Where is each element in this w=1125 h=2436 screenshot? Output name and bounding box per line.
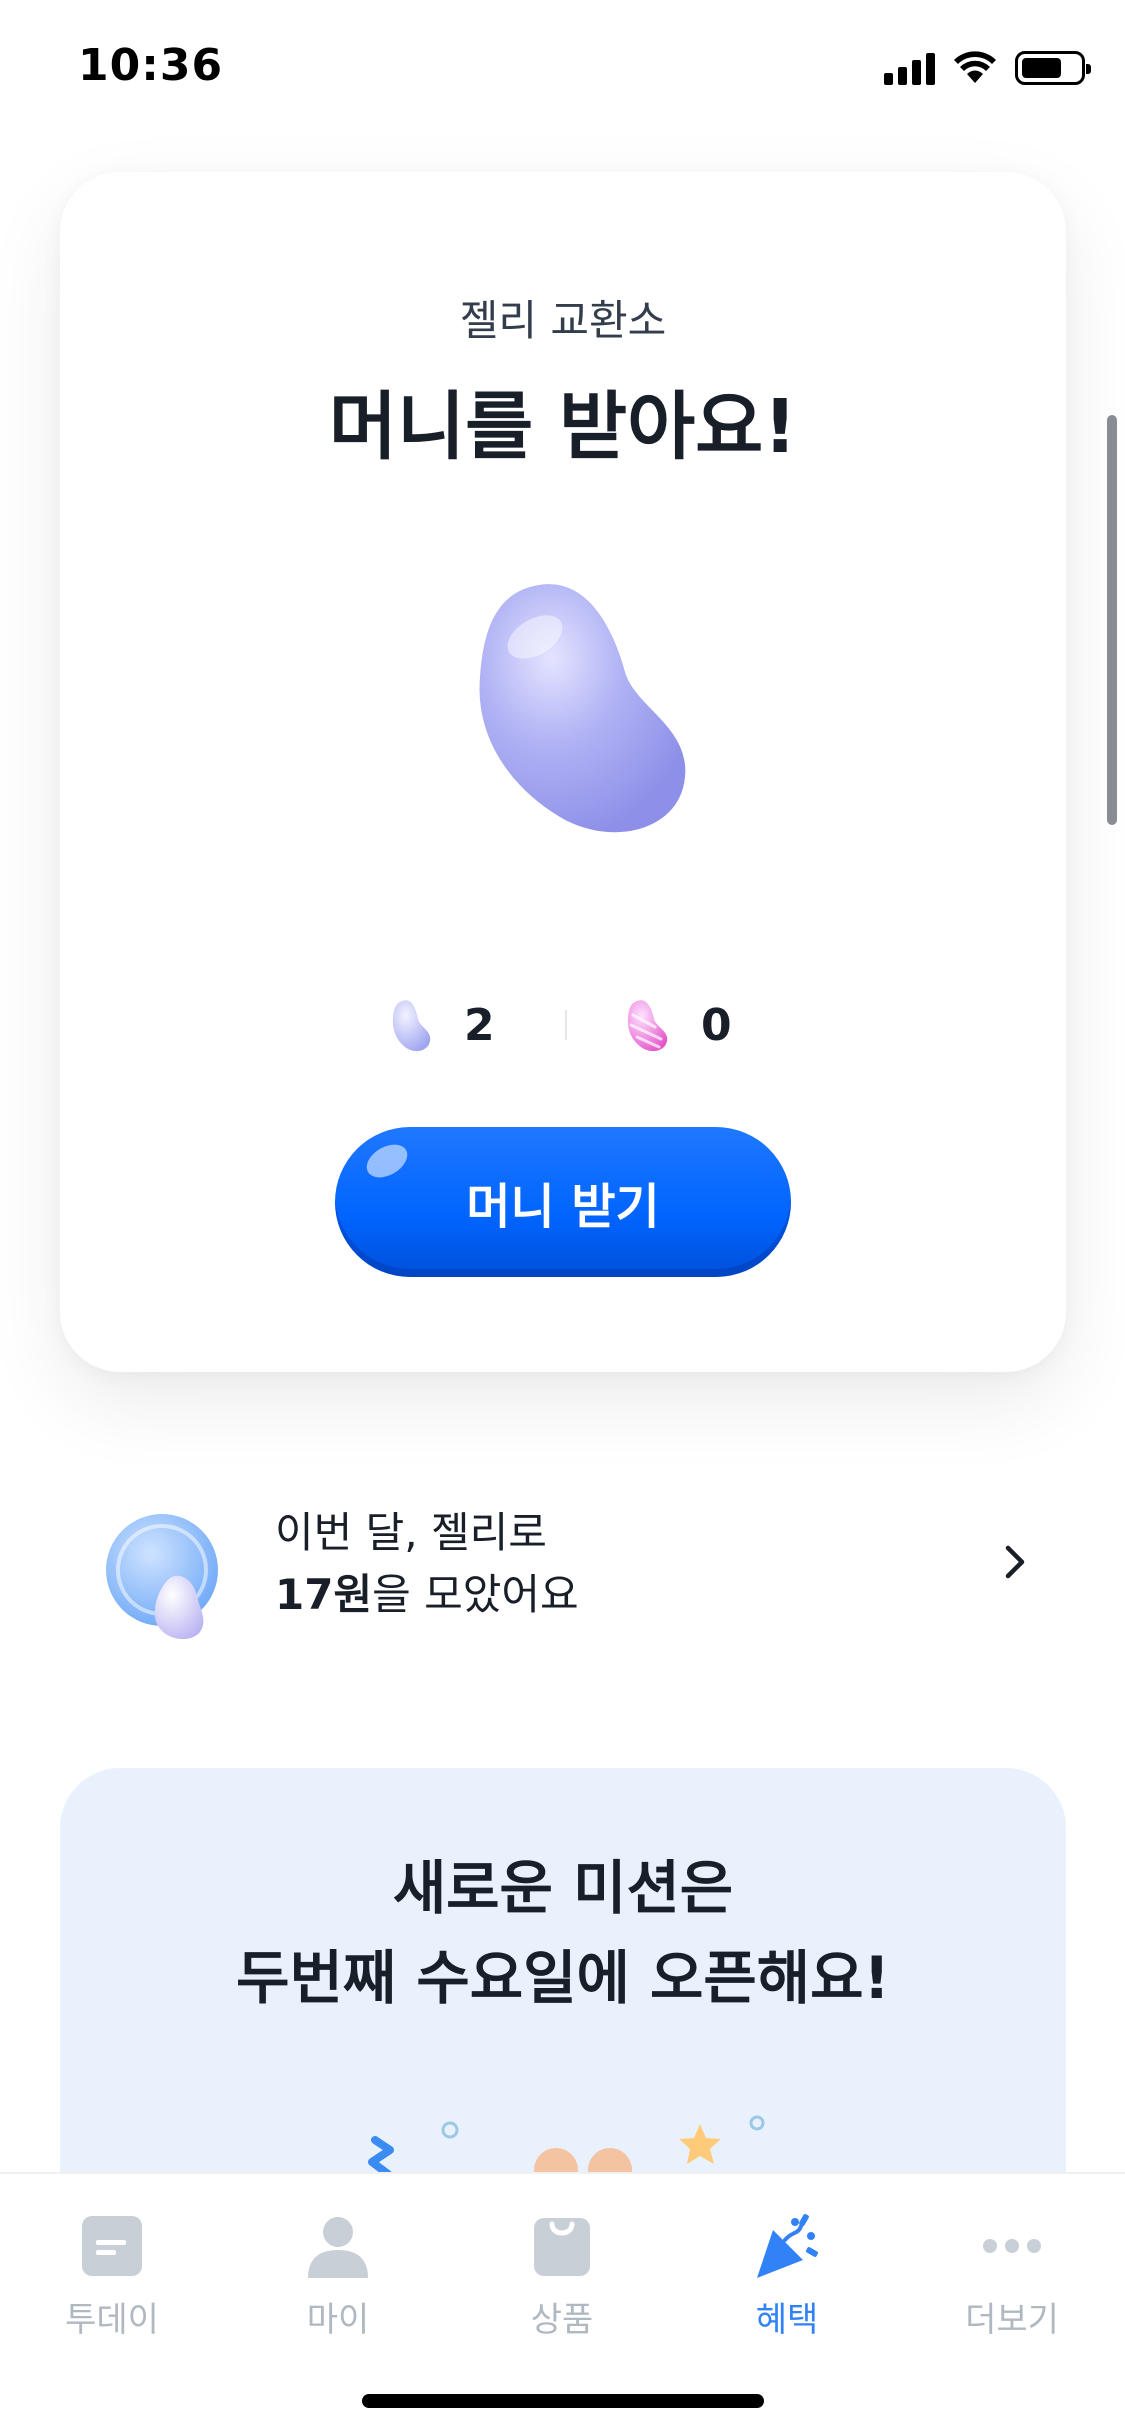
mission-line1: 새로운 미션은 xyxy=(392,1854,734,1922)
wifi-icon xyxy=(954,51,996,83)
blue-jelly-count: 2 xyxy=(390,990,495,1060)
status-icons xyxy=(884,48,1091,88)
tab-my[interactable]: 마이 xyxy=(258,2210,418,2350)
status-bar: 10:36 xyxy=(0,0,1125,135)
monthly-line1: 이번 달, 젤리로 xyxy=(275,1508,547,1557)
mission-line2: 두번째 수요일에 오픈해요! xyxy=(236,1944,890,2012)
person-icon xyxy=(308,2217,368,2278)
tab-products-label: 상품 xyxy=(530,2300,594,2340)
home-indicator[interactable] xyxy=(362,2394,764,2408)
card-title: 머니를 받아요! xyxy=(329,384,797,470)
receive-money-label: 머니 받기 xyxy=(466,1179,660,1235)
blue-jelly-number: 2 xyxy=(464,999,495,1051)
party-popper-icon xyxy=(757,2214,818,2278)
receive-money-button[interactable]: 머니 받기 xyxy=(335,1127,791,1277)
scroll-indicator[interactable] xyxy=(1107,415,1117,825)
tab-more[interactable]: 더보기 xyxy=(932,2210,1092,2350)
chevron-right-icon[interactable] xyxy=(995,1542,1035,1582)
mission-title: 새로운 미션은 두번째 수요일에 오픈해요! xyxy=(60,1843,1066,2023)
more-dots-icon xyxy=(983,2239,1041,2253)
count-divider xyxy=(565,1010,567,1040)
battery-icon xyxy=(1015,51,1091,85)
pink-jelly-icon xyxy=(627,1000,668,1052)
monthly-line2-suffix: 을 모았어요 xyxy=(372,1570,579,1619)
coin-jelly-icon xyxy=(106,1514,218,1640)
button-shine xyxy=(360,1137,414,1185)
tab-today-label: 투데이 xyxy=(65,2300,159,2340)
pink-jelly-count: 0 xyxy=(625,990,732,1060)
monthly-jelly-summary[interactable]: 이번 달, 젤리로 17원을 모았어요 xyxy=(60,1480,1066,1660)
jelly-exchange-card: 젤리 교환소 머니를 받아요! 2 0 머니 받기 xyxy=(60,172,1066,1372)
tab-my-label: 마이 xyxy=(306,2300,370,2340)
tab-more-label: 더보기 xyxy=(965,2300,1059,2340)
card-subtitle: 젤리 교환소 xyxy=(459,296,667,345)
jelly-bean-icon xyxy=(479,584,686,833)
monthly-amount: 17원 xyxy=(275,1570,373,1619)
tab-benefits[interactable]: 혜택 xyxy=(707,2210,867,2350)
cellular-signal-icon xyxy=(884,51,935,85)
jelly-counts: 2 0 xyxy=(60,990,1066,1060)
tab-products[interactable]: 상품 xyxy=(482,2210,642,2350)
today-icon xyxy=(82,2216,142,2276)
tab-benefits-label: 혜택 xyxy=(755,2300,819,2340)
shopping-bag-icon xyxy=(534,2218,590,2276)
status-time: 10:36 xyxy=(78,40,224,91)
monthly-line2: 17원을 모았어요 xyxy=(275,1564,579,1626)
pink-jelly-number: 0 xyxy=(701,999,732,1051)
monthly-summary-text: 이번 달, 젤리로 17원을 모았어요 xyxy=(275,1502,579,1626)
blue-jelly-icon xyxy=(392,1000,431,1052)
tab-today[interactable]: 투데이 xyxy=(32,2210,192,2350)
